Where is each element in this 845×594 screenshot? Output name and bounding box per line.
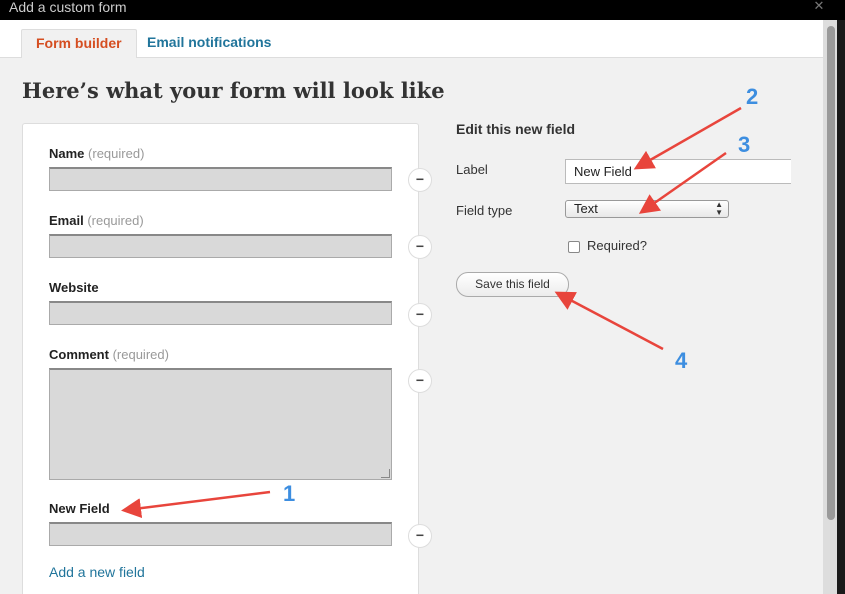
tab-bar: Form builder Email notifications	[0, 20, 823, 59]
label-input[interactable]: New Field	[565, 159, 791, 184]
annotation-number-2: 2	[746, 84, 759, 109]
field-type-select[interactable]: Text ▲ ▼	[565, 200, 729, 218]
edit-field-title: Edit this new field	[456, 121, 576, 137]
remove-field-button[interactable]: −	[408, 168, 432, 192]
scrollbar-thumb[interactable]	[827, 26, 835, 520]
add-new-field-link[interactable]: Add a new field	[49, 564, 145, 580]
remove-field-button[interactable]: −	[408, 303, 432, 327]
annotation-number-4: 4	[675, 348, 688, 373]
remove-field-button[interactable]: −	[408, 524, 432, 548]
preview-textarea-comment[interactable]	[49, 368, 392, 480]
field-type-caption: Field type	[456, 203, 513, 218]
annotation-number-1: 1	[283, 481, 296, 506]
window-edge	[837, 20, 845, 594]
field-label-new-field: New Field	[49, 501, 110, 516]
window-title: Add a custom form	[9, 0, 127, 15]
label-caption: Label	[456, 162, 488, 177]
required-checkbox[interactable]	[568, 241, 580, 253]
close-icon[interactable]: ✕	[809, 0, 829, 14]
remove-field-button[interactable]: −	[408, 369, 432, 393]
field-label-name: Name (required)	[49, 146, 145, 161]
field-type-value: Text	[574, 201, 598, 216]
remove-field-button[interactable]: −	[408, 235, 432, 259]
select-arrows-icon: ▲ ▼	[715, 200, 723, 217]
tab-email-notifications[interactable]: Email notifications	[133, 29, 285, 59]
window-titlebar: Add a custom form ✕	[0, 0, 845, 20]
page-title: Here’s what your form will look like	[22, 78, 445, 103]
resize-grip-icon[interactable]	[381, 469, 390, 478]
field-label-email: Email (required)	[49, 213, 144, 228]
annotation-number-3: 3	[738, 132, 751, 157]
save-field-button[interactable]: Save this field	[456, 272, 569, 297]
field-label-comment: Comment (required)	[49, 347, 169, 362]
tab-form-builder[interactable]: Form builder	[21, 29, 137, 59]
preview-input-new-field[interactable]	[49, 522, 392, 546]
preview-input-website[interactable]	[49, 301, 392, 325]
preview-input-name[interactable]	[49, 167, 392, 191]
preview-input-email[interactable]	[49, 234, 392, 258]
required-checkbox-label: Required?	[587, 238, 647, 253]
field-label-website: Website	[49, 280, 99, 295]
